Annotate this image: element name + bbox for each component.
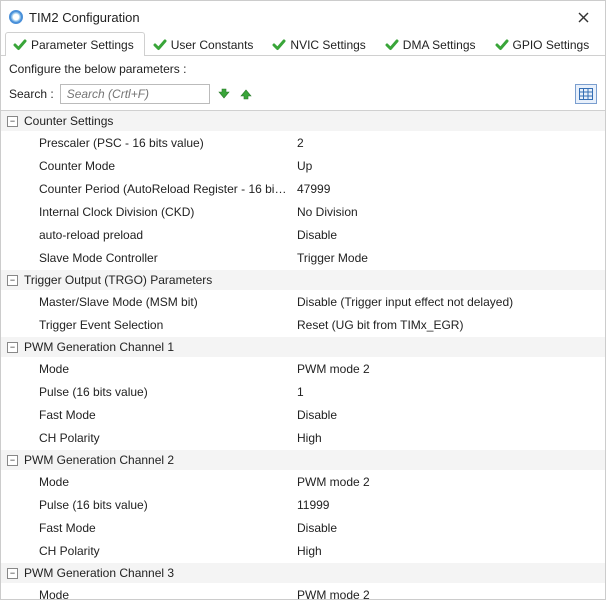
app-icon: [9, 10, 23, 24]
param-value: 11999: [297, 497, 605, 514]
parameter-panel[interactable]: −Counter SettingsPrescaler (PSC - 16 bit…: [1, 110, 605, 602]
check-icon: [495, 38, 509, 52]
group-title: PWM Generation Channel 2: [24, 453, 174, 467]
param-row[interactable]: Prescaler (PSC - 16 bits value)2: [1, 132, 605, 155]
param-row[interactable]: CH PolarityHigh: [1, 540, 605, 563]
collapse-toggle[interactable]: −: [7, 116, 18, 127]
param-row[interactable]: Slave Mode ControllerTrigger Mode: [1, 247, 605, 270]
param-label: Pulse (16 bits value): [39, 384, 297, 401]
param-label: Counter Mode: [39, 158, 297, 175]
param-value: PWM mode 2: [297, 474, 605, 491]
tab-label: User Constants: [171, 38, 254, 52]
tab-label: NVIC Settings: [290, 38, 365, 52]
param-row[interactable]: ModePWM mode 2: [1, 358, 605, 381]
titlebar: TIM2 Configuration: [1, 1, 605, 31]
param-row[interactable]: Internal Clock Division (CKD)No Division: [1, 201, 605, 224]
group-header[interactable]: −Trigger Output (TRGO) Parameters: [1, 270, 605, 291]
param-value: Reset (UG bit from TIMx_EGR): [297, 317, 605, 334]
check-icon: [153, 38, 167, 52]
param-label: Master/Slave Mode (MSM bit): [39, 294, 297, 311]
grid-icon: [579, 88, 593, 100]
group-title: PWM Generation Channel 1: [24, 340, 174, 354]
tab-parameter-settings[interactable]: Parameter Settings: [5, 32, 145, 56]
param-value: Up: [297, 158, 605, 175]
tab-label: Parameter Settings: [31, 38, 134, 52]
param-label: Counter Period (AutoReload Register - 16…: [39, 181, 297, 198]
group-header[interactable]: −PWM Generation Channel 3: [1, 563, 605, 584]
param-row[interactable]: Pulse (16 bits value)11999: [1, 494, 605, 517]
check-icon: [385, 38, 399, 52]
param-row[interactable]: Counter ModeUp: [1, 155, 605, 178]
close-icon: [578, 12, 589, 23]
arrow-down-icon: [218, 88, 230, 100]
param-label: CH Polarity: [39, 430, 297, 447]
param-label: Slave Mode Controller: [39, 250, 297, 267]
group-header[interactable]: −PWM Generation Channel 2: [1, 450, 605, 471]
param-label: Fast Mode: [39, 407, 297, 424]
param-value: Trigger Mode: [297, 250, 605, 267]
param-label: Fast Mode: [39, 520, 297, 537]
arrow-up-icon: [240, 88, 252, 100]
param-label: CH Polarity: [39, 543, 297, 560]
group-title: Trigger Output (TRGO) Parameters: [24, 273, 212, 287]
tab-gpio-settings[interactable]: GPIO Settings: [487, 32, 601, 56]
param-row[interactable]: Counter Period (AutoReload Register - 16…: [1, 178, 605, 201]
param-label: Internal Clock Division (CKD): [39, 204, 297, 221]
param-value: 1: [297, 384, 605, 401]
param-label: Mode: [39, 474, 297, 491]
param-value: High: [297, 543, 605, 560]
param-row[interactable]: Fast ModeDisable: [1, 404, 605, 427]
param-value: Disable: [297, 407, 605, 424]
group-header[interactable]: −PWM Generation Channel 1: [1, 337, 605, 358]
param-label: Mode: [39, 361, 297, 378]
configure-instruction: Configure the below parameters :: [1, 56, 605, 80]
search-prev-button[interactable]: [238, 86, 254, 102]
param-value: Disable: [297, 520, 605, 537]
view-toggle-button[interactable]: [575, 84, 597, 104]
param-row[interactable]: Pulse (16 bits value)1: [1, 381, 605, 404]
param-value: Disable: [297, 227, 605, 244]
param-row[interactable]: ModePWM mode 2: [1, 471, 605, 494]
tab-bar: Parameter Settings User Constants NVIC Set…: [1, 31, 605, 56]
param-label: auto-reload preload: [39, 227, 297, 244]
param-label: Prescaler (PSC - 16 bits value): [39, 135, 297, 152]
param-row[interactable]: Master/Slave Mode (MSM bit)Disable (Trig…: [1, 291, 605, 314]
param-label: Trigger Event Selection: [39, 317, 297, 334]
search-label: Search :: [9, 87, 54, 101]
tab-user-constants[interactable]: User Constants: [145, 32, 265, 56]
param-row[interactable]: ModePWM mode 2: [1, 584, 605, 602]
tab-label: GPIO Settings: [513, 38, 590, 52]
group-header[interactable]: −Counter Settings: [1, 111, 605, 132]
param-row[interactable]: Trigger Event SelectionReset (UG bit fro…: [1, 314, 605, 337]
tab-nvic-settings[interactable]: NVIC Settings: [264, 32, 376, 56]
check-icon: [13, 38, 27, 52]
close-button[interactable]: [571, 5, 595, 29]
group-title: Counter Settings: [24, 114, 113, 128]
param-value: 47999: [297, 181, 605, 198]
collapse-toggle[interactable]: −: [7, 568, 18, 579]
param-row[interactable]: auto-reload preloadDisable: [1, 224, 605, 247]
collapse-toggle[interactable]: −: [7, 275, 18, 286]
tab-dma-settings[interactable]: DMA Settings: [377, 32, 487, 56]
param-label: Pulse (16 bits value): [39, 497, 297, 514]
check-icon: [272, 38, 286, 52]
param-row[interactable]: Fast ModeDisable: [1, 517, 605, 540]
param-value: High: [297, 430, 605, 447]
param-value: 2: [297, 135, 605, 152]
collapse-toggle[interactable]: −: [7, 455, 18, 466]
search-next-button[interactable]: [216, 86, 232, 102]
search-input[interactable]: [60, 84, 210, 104]
search-bar: Search :: [1, 80, 605, 110]
window-title: TIM2 Configuration: [29, 10, 571, 25]
tab-label: DMA Settings: [403, 38, 476, 52]
param-value: PWM mode 2: [297, 361, 605, 378]
param-row[interactable]: CH PolarityHigh: [1, 427, 605, 450]
group-title: PWM Generation Channel 3: [24, 566, 174, 580]
param-value: No Division: [297, 204, 605, 221]
param-value: Disable (Trigger input effect not delaye…: [297, 294, 605, 311]
collapse-toggle[interactable]: −: [7, 342, 18, 353]
